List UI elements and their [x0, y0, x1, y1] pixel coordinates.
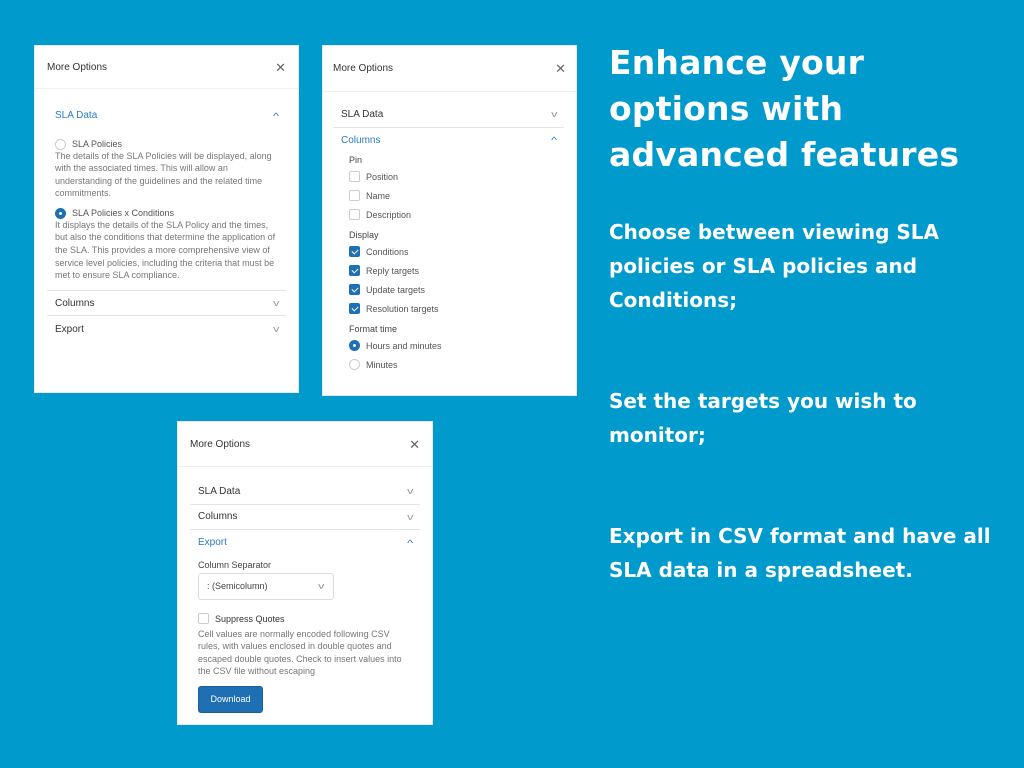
accordion-label: Columns: [55, 297, 95, 309]
checkbox-update-targets[interactable]: Update targets: [349, 280, 548, 299]
more-options-panel-export: More Options ✕ SLA Data v Columns v Expo…: [177, 421, 433, 725]
checkbox[interactable]: [349, 284, 360, 295]
panel-title: More Options: [333, 63, 394, 74]
accordion-export[interactable]: Export ^: [190, 530, 420, 556]
checkbox[interactable]: [198, 613, 209, 624]
accordion-label: SLA Data: [198, 485, 241, 497]
panel-title: More Options: [47, 61, 108, 73]
radio-label: Hours and minutes: [366, 340, 442, 351]
close-icon[interactable]: ✕: [409, 438, 420, 451]
checkbox-resolution-targets[interactable]: Resolution targets: [349, 299, 548, 318]
radio-button[interactable]: [55, 138, 66, 150]
radio-label: SLA Policies: [72, 139, 123, 149]
suppress-quotes-description: Cell values are normally encoded followi…: [198, 628, 402, 677]
accordion-label: Columns: [341, 134, 381, 146]
checkbox[interactable]: [349, 171, 360, 182]
feature-point: Set the targets you wish to monitor;: [609, 389, 917, 447]
download-button[interactable]: Download: [198, 685, 263, 713]
chevron-down-icon: v: [272, 298, 279, 309]
checkbox[interactable]: [349, 209, 360, 220]
chevron-up-icon: ^: [550, 135, 557, 146]
radio-button[interactable]: [349, 359, 360, 370]
format-time-label: Format time: [349, 324, 398, 334]
option-description: It displays the details of the SLA Polic…: [55, 219, 276, 281]
feature-point: Choose between viewing SLA policies or S…: [609, 220, 940, 312]
accordion-columns[interactable]: Columns ^: [333, 128, 564, 154]
radio-button[interactable]: [349, 340, 360, 351]
radio-label: SLA Policies x Conditions: [72, 208, 175, 219]
accordion-export[interactable]: Export v: [47, 316, 286, 342]
checkbox[interactable]: [349, 246, 360, 257]
checkbox-label: Name: [366, 190, 391, 201]
chevron-down-icon: v: [317, 581, 324, 591]
checkbox[interactable]: [349, 265, 360, 276]
checkbox-description[interactable]: Description: [349, 205, 548, 224]
accordion-label: Export: [55, 323, 84, 335]
accordion-sla-data[interactable]: SLA Data ^: [47, 103, 286, 129]
chevron-up-icon: ^: [272, 110, 279, 121]
radio-hours-and-minutes[interactable]: Hours and minutes: [349, 336, 548, 355]
close-icon[interactable]: ✕: [555, 62, 566, 75]
accordion-sla-data[interactable]: SLA Data v: [333, 102, 564, 128]
chevron-down-icon: v: [406, 486, 413, 497]
checkbox-conditions[interactable]: Conditions: [349, 242, 548, 261]
column-separator-label: Column Separator: [198, 559, 272, 570]
accordion-sla-data[interactable]: SLA Data v: [190, 479, 420, 505]
chevron-down-icon: v: [272, 324, 279, 335]
accordion-columns[interactable]: Columns v: [190, 505, 420, 530]
checkbox[interactable]: [349, 303, 360, 314]
chevron-up-icon: ^: [406, 537, 413, 548]
accordion-columns[interactable]: Columns v: [47, 291, 286, 317]
close-icon[interactable]: ✕: [275, 61, 286, 74]
option-description: The details of the SLA Policies will be …: [55, 150, 272, 199]
chevron-down-icon: v: [406, 511, 413, 522]
checkbox-label: Suppress Quotes: [215, 613, 285, 624]
more-options-panel-sla-data: More Options ✕ SLA Data ^ SLA Policies T…: [34, 45, 299, 393]
display-label: Display: [349, 230, 379, 240]
select-value: : (Semicolumn): [207, 581, 268, 591]
accordion-label: Columns: [198, 511, 238, 523]
checkbox-label: Description: [366, 209, 412, 220]
checkbox-position[interactable]: Position: [349, 167, 548, 186]
feature-point: Export in CSV format and have all SLA da…: [609, 524, 991, 582]
checkbox-name[interactable]: Name: [349, 186, 548, 205]
panel-header: More Options ✕: [323, 46, 576, 92]
panel-title: More Options: [190, 438, 251, 450]
checkbox[interactable]: [349, 190, 360, 201]
checkbox-label: Conditions: [366, 246, 409, 257]
accordion-label: SLA Data: [341, 108, 384, 120]
checkbox-label: Position: [366, 171, 399, 182]
more-options-panel-columns: More Options ✕ SLA Data v Columns ^ Pin …: [322, 45, 577, 396]
radio-minutes[interactable]: Minutes: [349, 355, 548, 374]
checkbox-label: Update targets: [366, 284, 426, 295]
column-separator-select[interactable]: : (Semicolumn) v: [198, 572, 334, 600]
chevron-down-icon: v: [550, 109, 557, 120]
checkbox-label: Resolution targets: [366, 303, 439, 314]
checkbox-label: Reply targets: [366, 265, 420, 276]
headline: Enhance your options with advanced featu…: [609, 43, 960, 174]
checkbox-suppress-quotes[interactable]: Suppress Quotes: [198, 612, 412, 626]
accordion-label: SLA Data: [55, 110, 98, 122]
radio-button[interactable]: [55, 207, 66, 219]
panel-header: More Options ✕: [35, 46, 298, 89]
accordion-label: Export: [198, 537, 227, 549]
radio-label: Minutes: [366, 359, 398, 370]
panel-header: More Options ✕: [178, 422, 432, 467]
pin-label: Pin: [349, 155, 363, 165]
checkbox-reply-targets[interactable]: Reply targets: [349, 261, 548, 280]
